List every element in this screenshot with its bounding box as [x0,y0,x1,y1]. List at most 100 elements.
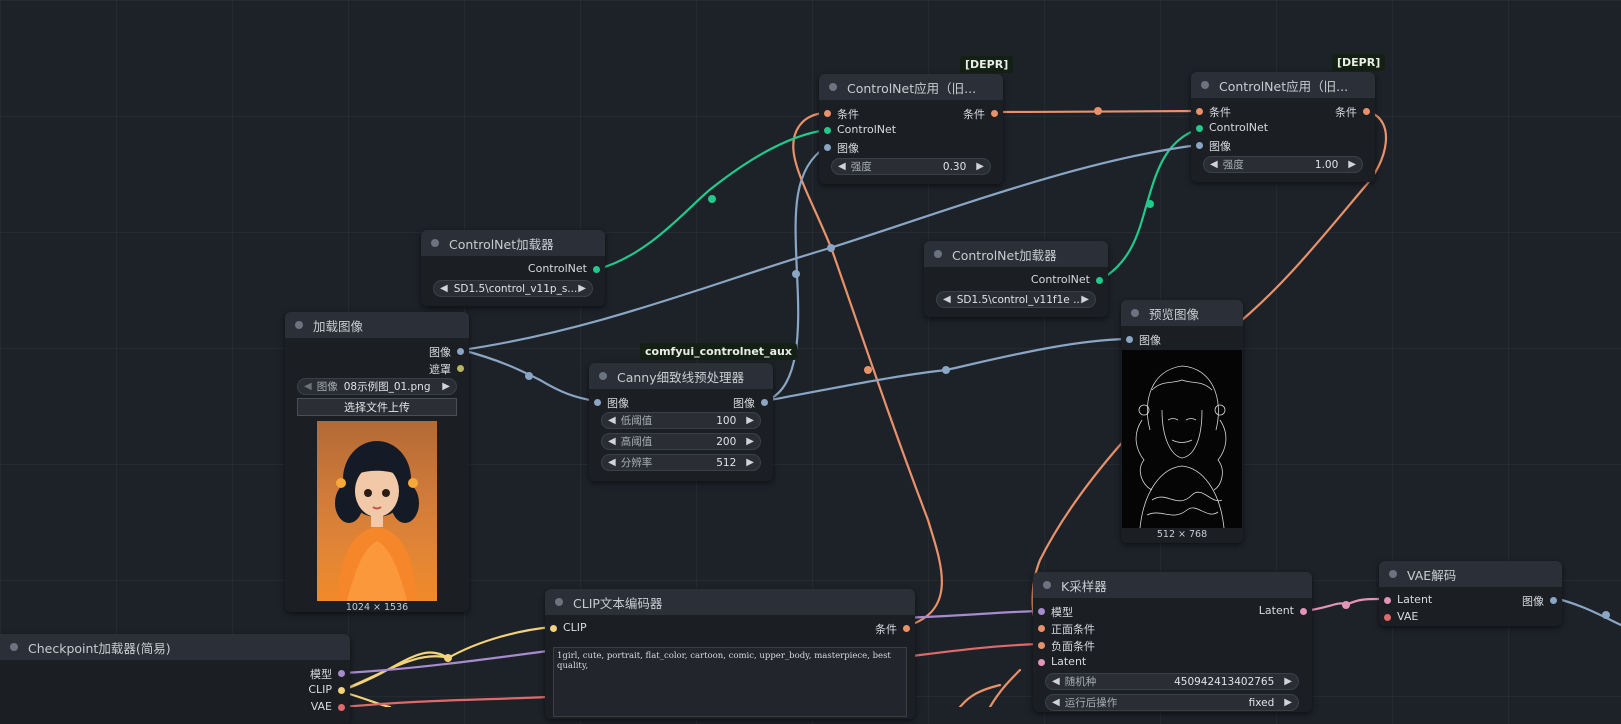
input-clip[interactable]: CLIP [547,621,587,634]
output-model[interactable]: 模型 [310,666,348,682]
input-conditioning[interactable]: 条件 [1193,104,1231,120]
increment-arrow-icon[interactable]: ▶ [976,161,984,172]
node-title: Checkpoint加载器(简易) [28,640,171,656]
collapse-dot-icon[interactable] [1131,309,1139,317]
input-latent[interactable]: Latent [1381,593,1432,606]
image-size-caption: 1024 × 1536 [345,602,409,613]
output-image[interactable]: 图像 [429,344,467,360]
node-header[interactable]: Checkpoint加载器(简易) [0,634,350,660]
reroute-dot [792,270,800,278]
node-header[interactable]: VAE解码 [1379,561,1562,587]
input-image[interactable]: 图像 [1123,332,1161,348]
node-controlnet-loader-2[interactable]: ControlNet加载器 ControlNet ◀ SD1.5\control_… [924,241,1108,317]
increment-arrow-icon[interactable]: ▶ [1348,159,1356,170]
decrement-arrow-icon[interactable]: ◀ [838,161,846,172]
decrement-arrow-icon[interactable]: ◀ [1210,159,1218,170]
input-model[interactable]: 模型 [1035,604,1073,620]
node-header[interactable]: ControlNet加载器 [924,241,1108,267]
output-conditioning[interactable]: 条件 [1335,104,1373,120]
input-conditioning[interactable]: 条件 [821,106,859,122]
collapse-dot-icon[interactable] [555,598,563,606]
output-image[interactable]: 图像 [1522,593,1560,609]
prev-arrow-icon[interactable]: ◀ [1052,697,1060,708]
collapse-dot-icon[interactable] [934,250,942,258]
decrement-arrow-icon[interactable]: ◀ [608,457,616,468]
node-ksampler[interactable]: K采样器 模型 正面条件 负面条件 Latent Latent ◀ 随机种 4509… [1033,572,1312,712]
node-controlnet-loader-1[interactable]: ControlNet加载器 ControlNet ◀ SD1.5\control_… [421,230,605,306]
next-arrow-icon[interactable]: ▶ [442,381,450,392]
input-controlnet[interactable]: ControlNet [821,123,896,136]
collapse-dot-icon[interactable] [1201,81,1209,89]
node-controlnet-apply-1[interactable]: ControlNet应用（旧... 条件 ControlNet 图像 条件 ◀ 强… [819,74,1003,184]
output-conditioning[interactable]: 条件 [875,621,913,637]
node-title: ControlNet加载器 [952,247,1057,263]
node-header[interactable]: ControlNet应用（旧... [819,74,1003,100]
strength-slider[interactable]: ◀ 强度 1.00 ▶ [1203,156,1363,173]
output-mask[interactable]: 遮罩 [429,361,467,377]
next-arrow-icon[interactable]: ▶ [1284,697,1292,708]
next-arrow-icon[interactable]: ▶ [1081,294,1089,305]
node-header[interactable]: ControlNet应用（旧... [1191,72,1375,98]
prev-arrow-icon[interactable]: ◀ [440,283,448,294]
decrement-arrow-icon[interactable]: ◀ [608,415,616,426]
output-clip[interactable]: CLIP [308,683,348,696]
collapse-dot-icon[interactable] [295,321,303,329]
collapse-dot-icon[interactable] [1389,570,1397,578]
collapse-dot-icon[interactable] [431,239,439,247]
canny-edge-preview [1122,350,1242,528]
input-image[interactable]: 图像 [1193,138,1231,154]
high-threshold-slider[interactable]: ◀ 高阈值 200 ▶ [601,433,761,450]
input-negative[interactable]: 负面条件 [1035,638,1095,654]
output-latent[interactable]: Latent [1259,604,1310,617]
output-conditioning[interactable]: 条件 [963,106,1001,122]
control-after-generate-select[interactable]: ◀ 运行后操作 fixed ▶ [1045,694,1299,711]
resolution-slider[interactable]: ◀ 分辨率 512 ▶ [601,454,761,471]
output-controlnet[interactable]: ControlNet [528,262,603,275]
strength-slider[interactable]: ◀ 强度 0.30 ▶ [831,158,991,175]
reroute-dot [827,244,835,252]
collapse-dot-icon[interactable] [829,83,837,91]
collapse-dot-icon[interactable] [1043,581,1051,589]
node-header[interactable]: 加载图像 [285,312,469,338]
decrement-arrow-icon[interactable]: ◀ [1052,676,1060,687]
low-threshold-slider[interactable]: ◀ 低阈值 100 ▶ [601,412,761,429]
controlnet-model-select[interactable]: ◀ SD1.5\control_v11p_s... ▶ [433,280,593,297]
prev-arrow-icon[interactable]: ◀ [943,294,951,305]
increment-arrow-icon[interactable]: ▶ [746,436,754,447]
reroute-dot [444,654,452,662]
input-image[interactable]: 图像 [591,395,629,411]
collapse-dot-icon[interactable] [10,643,18,651]
input-controlnet[interactable]: ControlNet [1193,121,1268,134]
node-vae-decode[interactable]: VAE解码 Latent VAE 图像 [1379,561,1562,626]
node-header[interactable]: Canny细致线预处理器 [589,363,773,389]
upload-file-button[interactable]: 选择文件上传 [297,398,457,416]
node-load-image[interactable]: 加载图像 图像 遮罩 ◀ 图像 08示例图_01.png ▶ 选择文件上传 1024 … [285,312,469,613]
node-header[interactable]: ControlNet加载器 [421,230,605,256]
increment-arrow-icon[interactable]: ▶ [746,415,754,426]
node-badge: [DEPR] [1332,54,1386,71]
node-header[interactable]: K采样器 [1033,572,1312,598]
collapse-dot-icon[interactable] [599,372,607,380]
next-arrow-icon[interactable]: ▶ [578,283,586,294]
decrement-arrow-icon[interactable]: ◀ [608,436,616,447]
node-clip-text-encoder[interactable]: CLIP文本编码器 CLIP 条件 1girl, cute, portrait,… [545,589,915,719]
node-canny-preprocessor[interactable]: Canny细致线预处理器 图像 图像 ◀ 低阈值 100 ▶ ◀ 高阈值 200 ▶ ◀ 分辨… [589,363,773,481]
reroute-dot [864,366,872,374]
seed-input[interactable]: ◀ 随机种 450942413402765 ▶ [1045,673,1299,690]
node-controlnet-apply-2[interactable]: ControlNet应用（旧... 条件 ControlNet 图像 条件 ◀ 强… [1191,72,1375,182]
node-header[interactable]: 预览图像 [1121,300,1243,326]
increment-arrow-icon[interactable]: ▶ [746,457,754,468]
output-image[interactable]: 图像 [733,395,771,411]
controlnet-model-select[interactable]: ◀ SD1.5\control_v11f1e ... ▶ [936,291,1096,308]
node-header[interactable]: CLIP文本编码器 [545,589,915,615]
output-controlnet[interactable]: ControlNet [1031,273,1106,286]
image-file-select[interactable]: ◀ 图像 08示例图_01.png ▶ [297,378,457,395]
node-preview-image[interactable]: 预览图像 图像 512 × 768 [1121,300,1243,543]
input-latent[interactable]: Latent [1035,655,1086,668]
prev-arrow-icon[interactable]: ◀ [304,381,312,392]
input-image[interactable]: 图像 [821,140,859,156]
input-vae[interactable]: VAE [1381,610,1418,623]
increment-arrow-icon[interactable]: ▶ [1284,676,1292,687]
node-checkpoint-loader[interactable]: Checkpoint加载器(简易) 模型 CLIP VAE [0,634,350,724]
input-positive[interactable]: 正面条件 [1035,621,1095,637]
